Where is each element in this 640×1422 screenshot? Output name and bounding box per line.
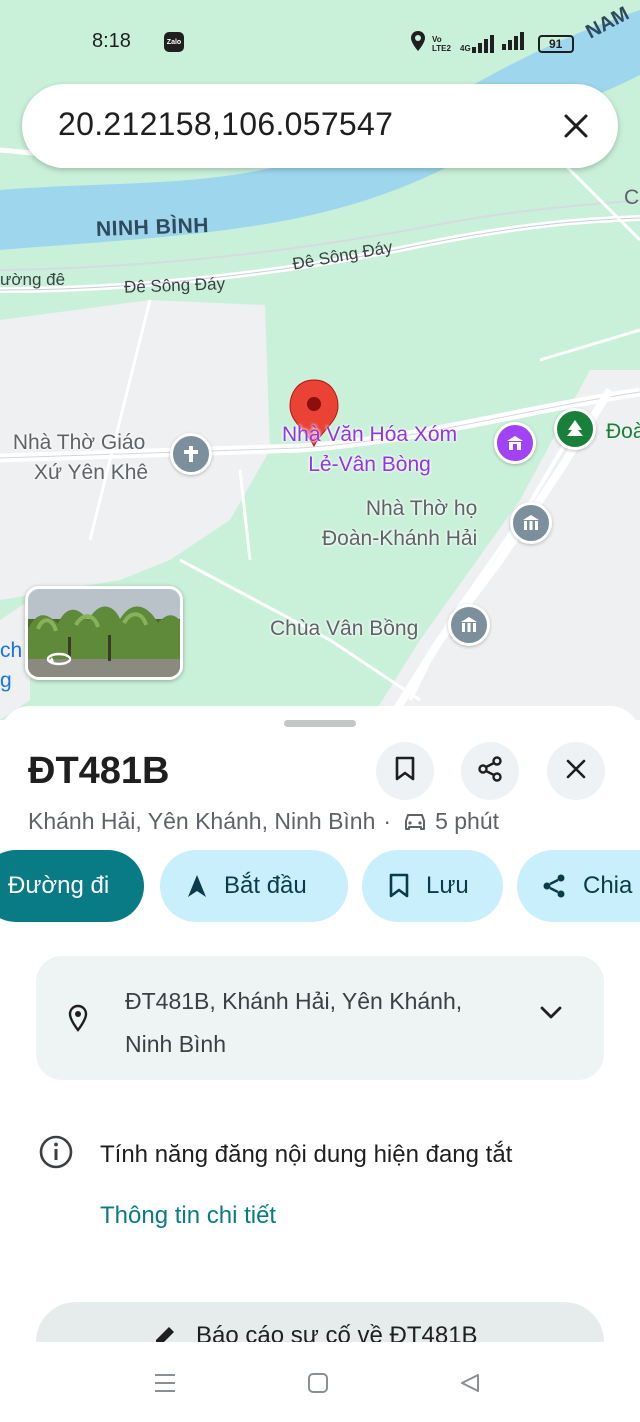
action-chips: Đường đi Bắt đầu Lưu Chia (0, 850, 640, 922)
bookmark-icon (389, 873, 409, 898)
save-label: Lưu (426, 872, 469, 899)
close-icon[interactable] (556, 106, 596, 146)
place-sheet: ĐT481B Khánh Hải, Yên Khánh, Ninh Bình ·… (0, 706, 640, 1422)
place-location-text: Khánh Hải, Yên Khánh, Ninh Bình (28, 808, 376, 834)
search-query[interactable]: 20.212158,106.057547 (58, 106, 393, 143)
signal-4g-icon: 4G (460, 34, 496, 53)
share-button[interactable] (461, 742, 519, 800)
edge-blue-line1: ch (0, 639, 23, 662)
navigation-arrow-icon (188, 875, 206, 897)
chevron-down-icon[interactable] (540, 1006, 562, 1025)
place-title: ĐT481B (28, 750, 170, 792)
status-icons: Vo LTE2 4G 91 (410, 30, 574, 57)
road-east (539, 328, 640, 362)
temple-icon[interactable] (510, 502, 552, 544)
address-card[interactable]: ĐT481B, Khánh Hải, Yên Khánh, Ninh Bình (36, 956, 604, 1080)
street-view-thumbnail[interactable] (25, 586, 183, 680)
drag-handle[interactable] (284, 720, 356, 727)
edge-label-right: C (624, 186, 640, 209)
poi-church-1-label[interactable]: Nhà Thờ Giáo Xứ Yên Khê (10, 428, 148, 488)
location-icon (410, 30, 426, 57)
edge-blue-line2: g (0, 669, 12, 692)
location-pin-outline-icon (68, 1004, 88, 1037)
poi-pagoda-label[interactable]: Chùa Vân Bồng (270, 614, 418, 644)
save-button[interactable]: Lưu (362, 850, 503, 922)
close-sheet-button[interactable] (547, 742, 605, 800)
volte-icon: Vo LTE2 (432, 34, 451, 53)
network-type-label: 4G (460, 43, 471, 53)
separator-dot: · (383, 808, 392, 834)
cultural-house-icon[interactable] (494, 422, 536, 464)
pagoda-icon[interactable] (448, 604, 490, 646)
share-icon (477, 755, 503, 787)
close-icon (566, 759, 586, 784)
church-icon[interactable] (170, 433, 212, 475)
poi-park-label[interactable]: Đoà (606, 420, 640, 444)
start-button[interactable]: Bắt đầu (160, 850, 348, 922)
poi-cultural-house-line2: Lẻ-Vân Bòng (308, 453, 431, 476)
share-chip-button[interactable]: Chia (517, 850, 640, 922)
address-text: ĐT481B, Khánh Hải, Yên Khánh, Ninh Bình (125, 988, 463, 1057)
status-bar: 8:18 Zalo Vo LTE2 4G 91 (0, 28, 640, 58)
drive-time: 5 phút (435, 808, 500, 834)
info-icon (38, 1134, 74, 1175)
road-label-2: Đê Sông Đáy (123, 274, 226, 297)
battery-icon: 91 (537, 34, 574, 53)
poi-church-1-line2: Xứ Yên Khê (34, 461, 149, 484)
car-icon (403, 812, 427, 832)
poi-church-2-line2: Đoàn-Khánh Hải (322, 527, 478, 550)
info-row: Tính năng đăng nội dung hiện đang tắt (38, 1134, 512, 1175)
share-icon (543, 874, 565, 898)
zalo-icon: Zalo (164, 32, 184, 52)
rotate-360-icon (46, 651, 72, 667)
details-link[interactable]: Thông tin chi tiết (100, 1202, 276, 1230)
directions-label: Đường đi (8, 872, 110, 899)
park-icon[interactable] (554, 408, 596, 450)
directions-button[interactable]: Đường đi (0, 850, 144, 922)
poi-cultural-house-label[interactable]: Nhà Văn Hóa Xóm Lẻ-Vân Bòng (282, 420, 457, 480)
place-subtitle: Khánh Hải, Yên Khánh, Ninh Bình · 5 phút (28, 808, 499, 835)
menu-icon[interactable] (150, 1368, 180, 1398)
save-bookmark-button[interactable] (376, 742, 434, 800)
start-label: Bắt đầu (224, 872, 307, 899)
search-bar[interactable]: 20.212158,106.057547 (22, 84, 618, 168)
bookmark-icon (394, 756, 416, 787)
river-label: NINH BÌNH (95, 214, 210, 241)
system-nav-bar (0, 1342, 640, 1422)
share-label: Chia (583, 872, 633, 899)
back-triangle-icon[interactable] (455, 1368, 485, 1398)
poi-church-2-label[interactable]: Nhà Thờ họ Đoàn-Khánh Hải (322, 494, 477, 554)
road-label-left: ường đê (0, 270, 66, 289)
home-square-icon[interactable] (303, 1368, 333, 1398)
signal-icon (501, 32, 528, 55)
info-text: Tính năng đăng nội dung hiện đang tắt (100, 1140, 513, 1168)
poi-church-2-line1: Nhà Thờ họ (365, 497, 478, 520)
status-time: 8:18 (92, 30, 131, 52)
edge-blue-label: ch g (0, 636, 22, 696)
poi-church-1-line1: Nhà Thờ Giáo (12, 431, 146, 454)
poi-cultural-house-line1: Nhà Văn Hóa Xóm (282, 423, 458, 446)
